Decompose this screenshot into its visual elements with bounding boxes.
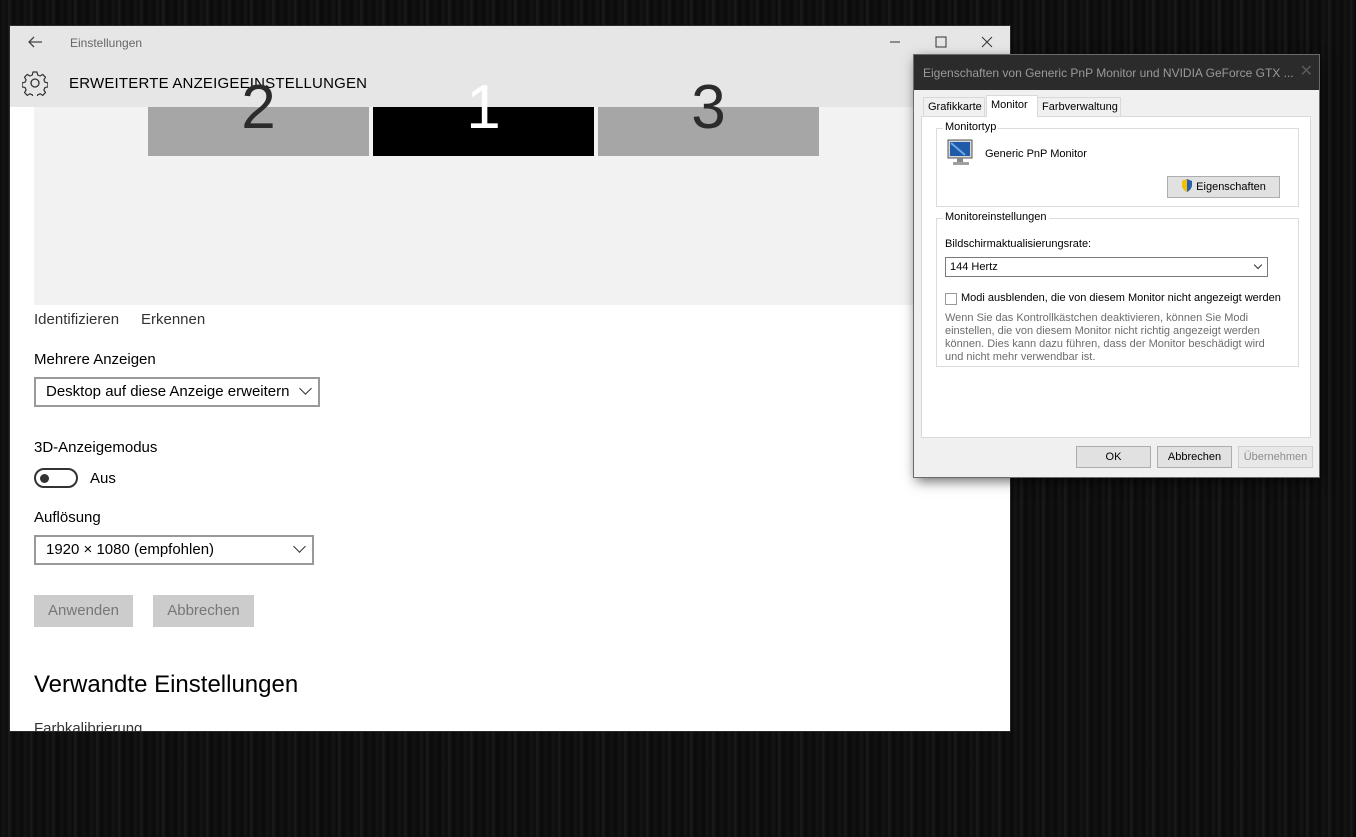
monitor-type-group: Monitortyp Generic PnP Monitor Eigenscha… xyxy=(936,121,1299,207)
monitor-settings-group: Monitoreinstellungen Bildschirmaktualisi… xyxy=(936,211,1299,367)
tab-grafikkarte[interactable]: Grafikkarte xyxy=(923,97,985,116)
related-settings-heading: Verwandte Einstellungen xyxy=(34,671,299,698)
properties-label: Eigenschaften xyxy=(1196,181,1266,193)
monitor-tab-panel: Monitortyp Generic PnP Monitor Eigenscha… xyxy=(921,116,1311,438)
close-icon[interactable] xyxy=(972,30,1002,56)
dialog-cancel-button[interactable]: Abbrechen xyxy=(1157,446,1232,468)
refresh-rate-label: Bildschirmaktualisierungsrate: xyxy=(945,238,1092,250)
minimize-icon[interactable] xyxy=(880,30,910,56)
dialog-apply-button[interactable]: Übernehmen xyxy=(1238,446,1313,468)
hide-modes-label[interactable]: Modi ausblenden, die von diesem Monitor … xyxy=(961,292,1281,304)
refresh-rate-select[interactable]: 144 Hertz xyxy=(945,257,1268,277)
warning-note: Wenn Sie das Kontrollkästchen deaktivier… xyxy=(945,312,1265,363)
back-arrow-icon[interactable] xyxy=(26,33,44,51)
monitor-properties-button[interactable]: Eigenschaften xyxy=(1167,176,1280,198)
dialog-title: Eigenschaften von Generic PnP Monitor un… xyxy=(923,66,1294,80)
resolution-value: 1920 × 1080 (empfohlen) xyxy=(46,541,215,558)
resolution-label: Auflösung xyxy=(34,509,101,526)
settings-window: Einstellungen ERWEITERTE ANZEIGEEINSTELL… xyxy=(10,26,1010,731)
cancel-button[interactable]: Abbrechen xyxy=(153,595,254,627)
chevron-down-icon xyxy=(1253,260,1263,270)
monitor-3-tile[interactable]: 3 xyxy=(598,77,819,156)
ok-button[interactable]: OK xyxy=(1076,446,1151,468)
monitor-icon xyxy=(946,138,976,168)
maximize-icon[interactable] xyxy=(926,30,956,56)
detect-link[interactable]: Erkennen xyxy=(141,311,205,328)
hide-modes-checkbox[interactable] xyxy=(945,293,957,305)
3d-mode-toggle[interactable] xyxy=(34,468,78,488)
resolution-select[interactable]: 1920 × 1080 (empfohlen) xyxy=(34,535,314,565)
monitor-number: 3 xyxy=(691,73,726,142)
tab-monitor[interactable]: Monitor xyxy=(986,95,1038,117)
dialog-title-bar: Eigenschaften von Generic PnP Monitor un… xyxy=(914,55,1319,90)
monitor-1-tile[interactable]: 1 xyxy=(373,77,594,156)
multi-display-label: Mehrere Anzeigen xyxy=(34,351,156,368)
identify-link[interactable]: Identifizieren xyxy=(34,311,119,328)
apply-button[interactable]: Anwenden xyxy=(34,595,133,627)
multi-display-select[interactable]: Desktop auf diese Anzeige erweitern xyxy=(34,377,320,407)
tab-farbverwaltung[interactable]: Farbverwaltung xyxy=(1037,97,1121,116)
multi-display-value: Desktop auf diese Anzeige erweitern xyxy=(46,383,290,400)
toggle-knob xyxy=(40,474,49,483)
close-icon[interactable]: ✕ xyxy=(1300,61,1313,81)
window-title: Einstellungen xyxy=(70,36,143,50)
monitor-number: 2 xyxy=(241,73,276,142)
title-bar: Einstellungen xyxy=(10,26,1010,60)
chevron-down-icon xyxy=(293,540,306,553)
group-title: Monitortyp xyxy=(943,121,999,133)
color-calibration-link[interactable]: Farbkalibrierung xyxy=(34,720,142,731)
3d-mode-state: Aus xyxy=(90,470,116,487)
monitor-name: Generic PnP Monitor xyxy=(985,148,1087,160)
uac-shield-icon xyxy=(1181,179,1196,193)
refresh-rate-value: 144 Hertz xyxy=(950,261,998,273)
3d-mode-label: 3D-Anzeigemodus xyxy=(34,439,158,456)
monitor-properties-dialog: Eigenschaften von Generic PnP Monitor un… xyxy=(914,55,1319,477)
monitor-2-tile[interactable]: 2 xyxy=(148,77,369,156)
chevron-down-icon xyxy=(299,382,312,395)
gear-icon xyxy=(21,70,49,99)
group-title: Monitoreinstellungen xyxy=(943,211,1049,223)
monitor-number: 1 xyxy=(466,73,501,142)
